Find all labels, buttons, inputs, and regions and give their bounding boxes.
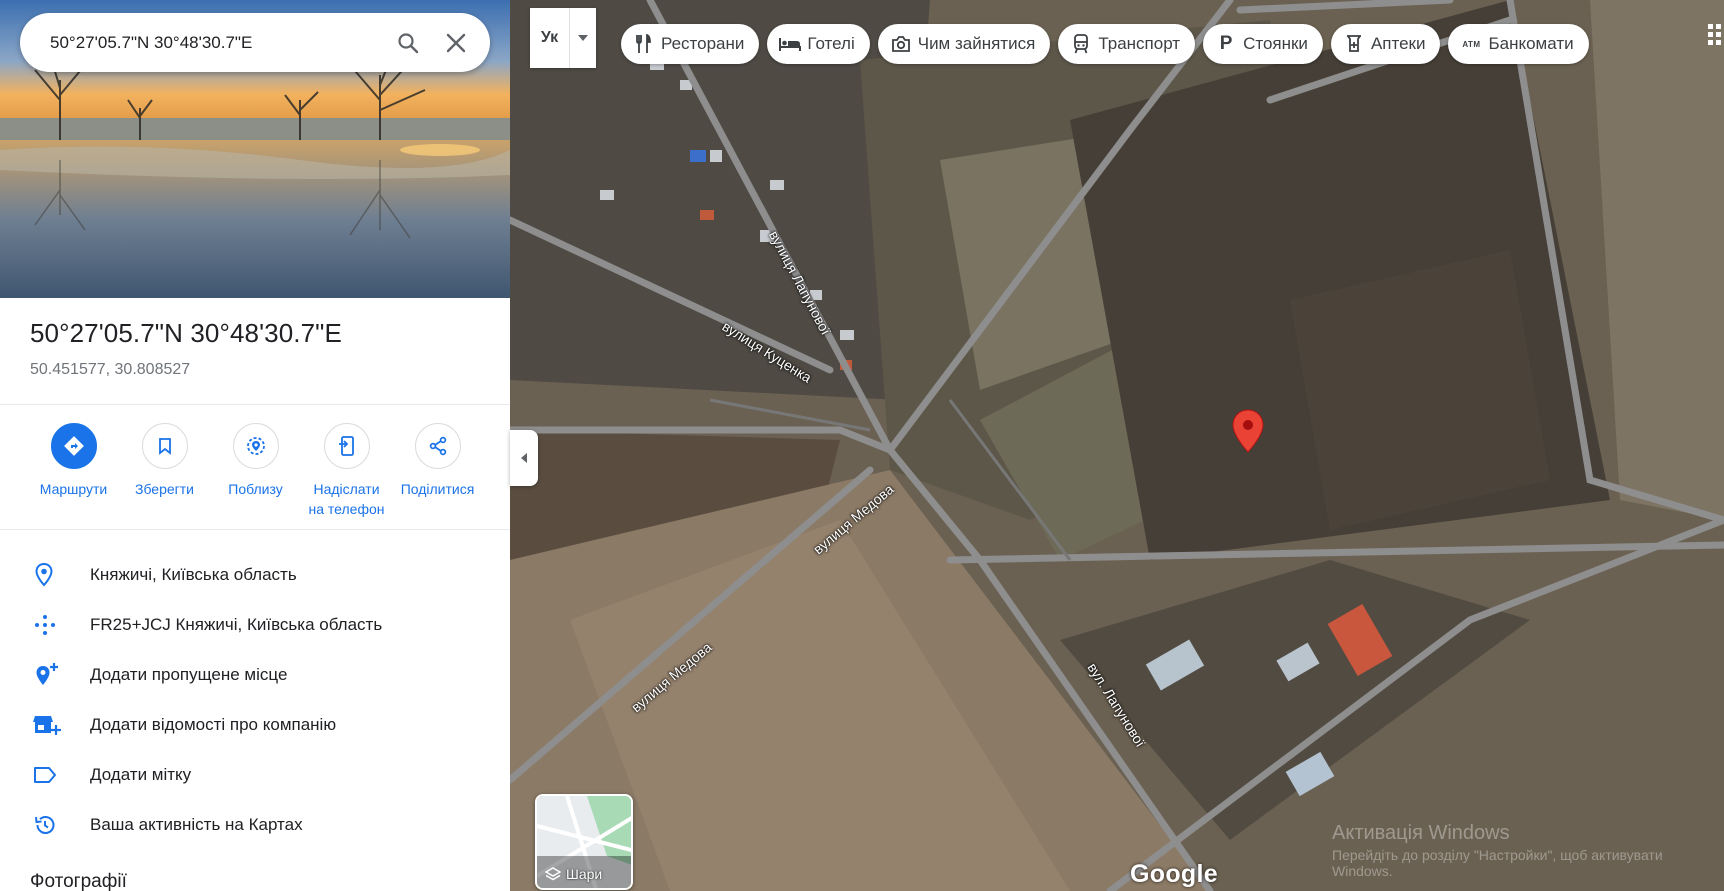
layers-icon xyxy=(545,867,561,881)
watermark-subtitle: Перейдіть до розділу "Настройки", щоб ак… xyxy=(1332,847,1663,879)
chip-parking[interactable]: P Стоянки xyxy=(1203,24,1323,64)
chip-label: Стоянки xyxy=(1243,34,1308,53)
layers-label-group: Шари xyxy=(545,866,602,882)
divider xyxy=(0,529,510,530)
language-label[interactable]: Ук xyxy=(530,8,570,68)
send-to-phone-icon xyxy=(323,423,370,469)
list-item-plus-code[interactable]: FR25+JCJ Княжичі, Київська область xyxy=(0,600,510,650)
directions-icon xyxy=(50,423,97,469)
close-icon[interactable] xyxy=(432,19,480,67)
send-to-phone-label-line2: на телефон xyxy=(308,501,385,517)
search-box[interactable]: 50°27'05.7"N 30°48'30.7"E xyxy=(20,13,490,72)
send-to-phone-label: Надіслати на телефон xyxy=(309,479,385,519)
place-panel: 50°27'05.7"N 30°48'30.7"E 50°27'05.7"N 3… xyxy=(0,0,510,891)
info-list: Княжичі, Київська область FR25+JCJ Княжи… xyxy=(0,550,510,850)
language-selector[interactable]: Ук xyxy=(530,8,596,68)
maps-app: 50°27'05.7"N 30°48'30.7"E 50°27'05.7"N 3… xyxy=(0,0,1724,891)
chip-hotels[interactable]: Готелі xyxy=(767,24,870,64)
list-item-text: Княжичі, Київська область xyxy=(90,565,297,584)
chip-transit[interactable]: Транспорт xyxy=(1058,24,1196,64)
list-item-text: Додати пропущене місце xyxy=(90,665,288,684)
list-item-address[interactable]: Княжичі, Київська область xyxy=(0,550,510,600)
send-to-phone-button[interactable]: Надіслати на телефон xyxy=(301,423,392,519)
send-to-phone-label-line1: Надіслати xyxy=(313,481,380,497)
chip-label: Чим зайнятися xyxy=(917,34,1036,53)
atm-icon: ATM xyxy=(1462,39,1481,49)
list-item-activity[interactable]: Ваша активність на Картах xyxy=(0,800,510,850)
nearby-label: Поблизу xyxy=(228,481,283,497)
pharmacy-icon xyxy=(1343,33,1365,55)
list-item-text: Додати мітку xyxy=(90,765,192,784)
chip-label: Банкомати xyxy=(1488,34,1574,53)
chip-label: Ресторани xyxy=(661,34,745,53)
chevron-left-icon xyxy=(521,453,527,463)
layers-button[interactable]: Шари xyxy=(535,794,633,890)
list-item-text: Додати відомості про компанію xyxy=(90,715,337,734)
list-item-text: Ваша активність на Картах xyxy=(90,815,303,834)
list-item-add-business[interactable]: Додати відомості про компанію xyxy=(0,700,510,750)
list-item-add-label[interactable]: Додати мітку xyxy=(0,750,510,800)
chip-pharmacies[interactable]: Аптеки xyxy=(1330,24,1441,64)
transit-icon xyxy=(1070,33,1092,55)
share-icon xyxy=(414,423,461,469)
directions-button[interactable]: Маршрути xyxy=(28,423,119,519)
add-place-icon xyxy=(0,662,90,688)
label-icon xyxy=(0,765,90,785)
share-button[interactable]: Поділитися xyxy=(392,423,483,519)
layers-label: Шари xyxy=(566,866,603,882)
category-chips: Ресторани Готелі Чим зайнятися Транспорт… xyxy=(621,24,1589,64)
chip-things-to-do[interactable]: Чим зайнятися xyxy=(877,24,1051,64)
chevron-down-icon[interactable] xyxy=(570,8,596,68)
add-business-icon xyxy=(0,712,90,738)
list-item-add-place[interactable]: Додати пропущене місце xyxy=(0,650,510,700)
camera-icon xyxy=(890,33,912,55)
list-item-text: FR25+JCJ Княжичі, Київська область xyxy=(90,615,383,634)
chip-atms[interactable]: ATM Банкомати xyxy=(1448,24,1589,64)
search-icon[interactable] xyxy=(384,19,432,67)
windows-activation-watermark: Активація Windows Перейдіть до розділу "… xyxy=(1332,822,1724,879)
plus-code-icon xyxy=(0,613,90,637)
save-label: Зберегти xyxy=(134,481,194,497)
page-title: 50°27'05.7"N 30°48'30.7"E xyxy=(30,318,342,348)
watermark-title: Активація Windows xyxy=(1332,822,1510,844)
satellite-map[interactable]: вулиця Лапунової вулиця Куценка вулиця М… xyxy=(510,0,1724,891)
bookmark-icon xyxy=(141,423,188,469)
history-icon xyxy=(0,813,90,837)
place-header: 50°27'05.7"N 30°48'30.7"E 50.451577, 30.… xyxy=(30,318,342,379)
google-logo: Google xyxy=(1130,860,1218,888)
chip-restaurants[interactable]: Ресторани xyxy=(621,24,760,64)
chip-label: Готелі xyxy=(807,34,855,53)
action-buttons: Маршрути Зберегти Поблизу Надіслати на т… xyxy=(28,423,483,519)
divider xyxy=(0,404,510,405)
decimal-coordinates: 50.451577, 30.808527 xyxy=(30,361,191,378)
chip-label: Транспорт xyxy=(1098,34,1181,53)
share-label: Поділитися xyxy=(400,481,475,497)
apps-grid-icon[interactable] xyxy=(1706,22,1724,53)
nearby-icon xyxy=(232,423,279,469)
location-pin-icon xyxy=(0,562,90,588)
restaurant-icon xyxy=(633,33,655,55)
directions-label: Маршрути xyxy=(39,481,108,497)
save-button[interactable]: Зберегти xyxy=(119,423,210,519)
collapse-panel-button[interactable] xyxy=(510,430,538,486)
parking-icon: P xyxy=(1219,33,1233,54)
photos-heading: Фотографії xyxy=(30,871,127,891)
hotel-icon xyxy=(779,33,802,55)
chip-label: Аптеки xyxy=(1370,34,1426,53)
search-input[interactable]: 50°27'05.7"N 30°48'30.7"E xyxy=(50,33,384,53)
nearby-button[interactable]: Поблизу xyxy=(210,423,301,519)
